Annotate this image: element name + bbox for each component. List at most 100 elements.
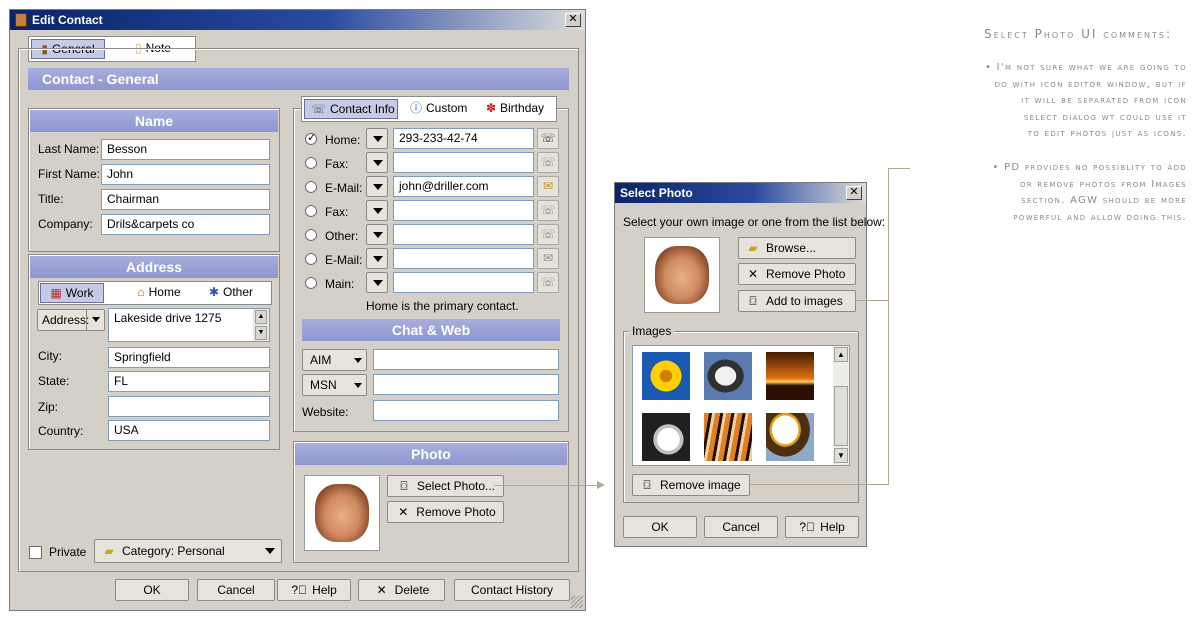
country-input[interactable]: USA [108, 420, 270, 441]
contact-value-input[interactable] [393, 272, 534, 293]
scroll-down-icon[interactable]: ▼ [834, 448, 848, 463]
scroll-thumb[interactable] [834, 386, 848, 446]
last-name-input[interactable]: Besson [101, 139, 270, 160]
email-envelope-icon[interactable]: ✉ [537, 248, 559, 269]
contact-history-button[interactable]: Contact History [454, 579, 570, 601]
contact-type-dropdown[interactable] [366, 152, 388, 173]
tab-birthday[interactable]: ✽ Birthday [476, 99, 554, 119]
contact-value-input[interactable] [393, 248, 534, 269]
tab-other[interactable]: ✱ Other [199, 283, 263, 303]
primary-radio-email2[interactable] [305, 253, 317, 265]
browse-button[interactable]: ▰ Browse... [738, 237, 856, 259]
address-dropdown-arrow[interactable] [86, 309, 105, 331]
category-dropdown[interactable]: ▰ Category: Personal [94, 539, 282, 563]
scroll-down-icon[interactable]: ▼ [255, 326, 267, 340]
select-photo-titlebar[interactable]: Select Photo [615, 183, 866, 203]
close-button[interactable]: ✕ [565, 13, 581, 27]
city-input[interactable]: Springfield [108, 347, 270, 368]
image-thumb-eagle[interactable] [766, 413, 814, 461]
dial-phone-icon[interactable]: ☏ [537, 272, 559, 293]
contact-type-dropdown[interactable] [366, 176, 388, 197]
phone-icon: ☏ [311, 102, 327, 116]
tab-home[interactable]: ⌂ Home [127, 283, 191, 303]
ok-button[interactable]: OK [623, 516, 697, 538]
dial-phone-icon[interactable]: ☏ [537, 200, 559, 221]
primary-radio-fax2[interactable] [305, 205, 317, 217]
edit-contact-window: Edit Contact ✕ ▮ General ▯ Note Contact - … [9, 9, 586, 611]
website-input[interactable] [373, 400, 559, 421]
zip-input[interactable] [108, 396, 270, 417]
tab-custom[interactable]: ⓘ Custom [404, 99, 470, 119]
remove-photo-button[interactable]: ✕ Remove Photo [738, 263, 856, 285]
add-to-images-button[interactable]: ⌼ Add to images [738, 290, 856, 312]
select-photo-dialog: Select Photo ✕ Select your own image or … [614, 182, 885, 547]
dial-phone-icon[interactable]: ☏ [537, 128, 559, 149]
connector-select-photo [494, 485, 599, 486]
tab-work[interactable]: ▦ Work [40, 283, 104, 303]
title-input[interactable]: Chairman [101, 189, 270, 210]
images-label: Images [629, 324, 675, 338]
remove-image-button[interactable]: ⌼ Remove image [632, 474, 750, 496]
image-thumb-husky[interactable] [704, 352, 752, 400]
image-thumb-sunflower[interactable] [642, 352, 690, 400]
contact-type-dropdown[interactable] [366, 128, 388, 149]
remove-photo-button[interactable]: ✕ Remove Photo [387, 501, 504, 523]
primary-radio-main[interactable] [305, 277, 317, 289]
tab-contact-info[interactable]: ☏ Contact Info [304, 99, 398, 119]
contact-row-label: Fax: [325, 205, 349, 219]
primary-radio-home[interactable] [305, 131, 317, 145]
gift-icon: ✽ [485, 101, 497, 115]
state-input[interactable]: FL [108, 371, 270, 392]
scroll-up-icon[interactable]: ▲ [834, 347, 848, 362]
image-thumb-swans[interactable] [642, 413, 690, 461]
dial-phone-icon[interactable]: ☏ [537, 224, 559, 245]
contact-value-input[interactable] [393, 200, 534, 221]
close-button[interactable]: ✕ [846, 186, 862, 200]
select-photo-button[interactable]: ⌼ Select Photo... [387, 475, 504, 497]
private-checkbox[interactable] [29, 546, 42, 559]
help-button[interactable]: ?⃞ Help [277, 579, 351, 601]
images-list[interactable]: ▲ ▼ [632, 345, 850, 466]
ok-button[interactable]: OK [115, 579, 189, 601]
primary-radio-email[interactable] [305, 181, 317, 193]
aim-service-dropdown[interactable]: AIM [302, 349, 367, 371]
msn-input[interactable] [373, 374, 559, 395]
delete-button[interactable]: ✕ Delete [358, 579, 445, 601]
name-header: Name [30, 110, 278, 132]
help-button[interactable]: ?⃞ Help [785, 516, 859, 538]
contact-info-tabs: ☏ Contact Info ⓘ Custom ✽ Birthday [301, 96, 557, 122]
chevron-down-icon [354, 383, 362, 388]
comment-note-2: • PD provides no possiblity to add or re… [992, 162, 1187, 223]
help-icon: ?⃞ [799, 520, 815, 534]
contact-type-dropdown[interactable] [366, 272, 388, 293]
email-envelope-icon[interactable]: ✉ [537, 176, 559, 197]
instruction-text: Select your own image or one from the li… [623, 215, 886, 229]
primary-radio-fax[interactable] [305, 157, 317, 169]
contact-value-input[interactable] [393, 224, 534, 245]
address-textarea[interactable]: Lakeside drive 1275 [108, 308, 270, 342]
contact-value-input[interactable]: 293-233-42-74 [393, 128, 534, 149]
msn-service-dropdown[interactable]: MSN [302, 374, 367, 396]
contact-type-dropdown[interactable] [366, 248, 388, 269]
contact-row-label: Fax: [325, 157, 349, 171]
resize-grip-icon[interactable] [571, 596, 583, 608]
contact-type-dropdown[interactable] [366, 224, 388, 245]
company-input[interactable]: Drils&carpets co [101, 214, 270, 235]
address-scrollbar[interactable]: ▲ ▼ [253, 309, 269, 341]
scroll-up-icon[interactable]: ▲ [255, 310, 267, 324]
cancel-button[interactable]: Cancel [197, 579, 275, 601]
edit-contact-titlebar[interactable]: Edit Contact [10, 10, 585, 30]
primary-radio-other[interactable] [305, 229, 317, 241]
dial-phone-icon[interactable]: ☏ [537, 152, 559, 173]
image-thumb-tiger[interactable] [704, 413, 752, 461]
images-scrollbar[interactable]: ▲ ▼ [833, 346, 849, 465]
contact-type-dropdown[interactable] [366, 200, 388, 221]
cancel-button[interactable]: Cancel [704, 516, 778, 538]
selected-face-image [655, 246, 709, 304]
chevron-down-icon [92, 317, 100, 322]
image-thumb-sunset[interactable] [766, 352, 814, 400]
contact-value-input[interactable] [393, 152, 534, 173]
contact-value-input[interactable]: john@driller.com [393, 176, 534, 197]
aim-input[interactable] [373, 349, 559, 370]
first-name-input[interactable]: John [101, 164, 270, 185]
